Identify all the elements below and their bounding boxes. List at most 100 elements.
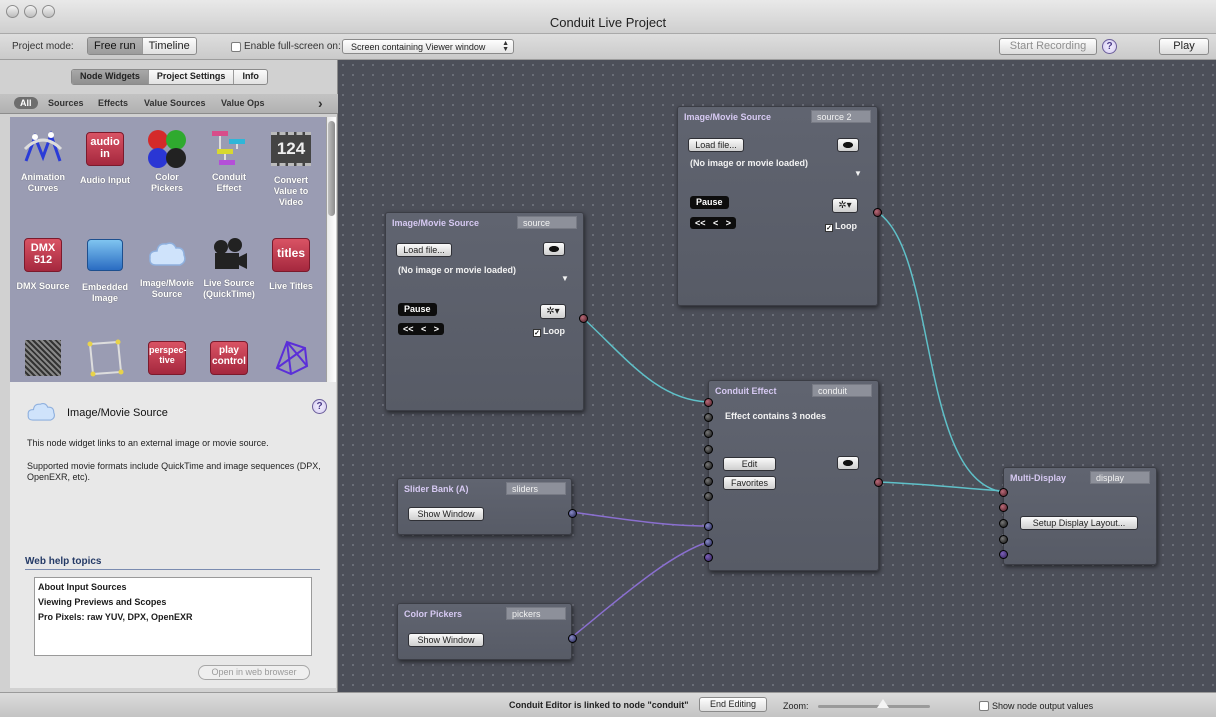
node-name-field[interactable]: source — [517, 216, 577, 229]
widget-dmx-source[interactable]: DMX 512 DMX Source — [12, 235, 74, 292]
input-port[interactable] — [704, 522, 713, 531]
node-image-movie-source[interactable]: Image/Movie Source source Load file... (… — [385, 212, 588, 411]
node-name-field[interactable]: pickers — [506, 607, 566, 620]
input-port[interactable] — [999, 535, 1008, 544]
output-port[interactable] — [579, 314, 588, 323]
eye-icon[interactable] — [543, 242, 565, 256]
input-port[interactable] — [704, 398, 713, 407]
dropdown-arrow-icon[interactable]: ▼ — [854, 169, 862, 178]
input-port[interactable] — [999, 488, 1008, 497]
node-name-field[interactable]: sliders — [506, 482, 566, 495]
input-port[interactable] — [704, 461, 713, 470]
node-conduit-effect[interactable]: Conduit Effect conduit Effect contains 3… — [704, 380, 883, 571]
output-port[interactable] — [873, 208, 882, 217]
web-topic[interactable]: About Input Sources — [38, 580, 308, 595]
input-port[interactable] — [999, 519, 1008, 528]
node-canvas[interactable]: Image/Movie Source source Load file... (… — [338, 60, 1216, 692]
load-file-button[interactable]: Load file... — [688, 138, 744, 152]
show-window-button[interactable]: Show Window — [408, 633, 484, 647]
info-help-icon[interactable]: ? — [312, 399, 327, 414]
load-file-button[interactable]: Load file... — [396, 243, 452, 257]
web-topic[interactable]: Viewing Previews and Scopes — [38, 595, 308, 610]
gear-icon[interactable]: ✲▾ — [540, 304, 566, 319]
widget-color-pickers[interactable]: Color Pickers — [136, 129, 198, 194]
output-port[interactable] — [568, 509, 577, 518]
node-name-field[interactable]: source 2 — [811, 110, 871, 123]
filter-value-sources[interactable]: Value Sources — [144, 98, 206, 108]
widget-audio-input[interactable]: audio in Audio Input — [74, 129, 136, 186]
eye-icon[interactable] — [837, 456, 859, 470]
output-port[interactable] — [568, 634, 577, 643]
play-button[interactable]: Play — [1159, 38, 1209, 55]
widget-embedded-image[interactable]: Embedded Image — [74, 235, 136, 304]
widget-live-titles[interactable]: titles Live Titles — [260, 235, 322, 292]
edit-button[interactable]: Edit — [723, 457, 776, 471]
widget-mesh[interactable] — [260, 338, 322, 378]
widget-perspective[interactable]: perspec-tive — [136, 338, 198, 381]
widget-animation-curves[interactable]: Animation Curves — [12, 129, 74, 194]
input-port[interactable] — [704, 492, 713, 501]
node-name-field[interactable]: conduit — [812, 384, 872, 397]
node-color-pickers[interactable]: Color Pickers pickers Show Window — [397, 603, 577, 660]
pause-button[interactable]: Pause — [690, 196, 729, 209]
loop-checkbox-icon[interactable]: ✓ — [533, 329, 541, 337]
widget-image-movie-source[interactable]: Image/Movie Source — [136, 235, 198, 300]
setup-display-layout-button[interactable]: Setup Display Layout... — [1020, 516, 1138, 530]
help-icon[interactable]: ? — [1102, 39, 1117, 54]
favorites-button[interactable]: Favorites — [723, 476, 776, 490]
more-filters-icon[interactable]: › — [318, 95, 323, 111]
filter-value-ops[interactable]: Value Ops — [221, 98, 265, 108]
screen-select[interactable]: Screen containing Viewer window ▲ ▼ — [342, 39, 514, 54]
timeline-button[interactable]: Timeline — [143, 38, 196, 54]
input-port[interactable] — [704, 553, 713, 562]
node-name-field[interactable]: display — [1090, 471, 1150, 484]
transport-controls[interactable]: << < > — [398, 323, 445, 335]
node-multi-display[interactable]: Multi-Display display Setup Display Layo… — [999, 467, 1157, 565]
tab-node-widgets[interactable]: Node Widgets — [72, 70, 149, 84]
show-window-button[interactable]: Show Window — [408, 507, 484, 521]
scrollbar-thumb[interactable] — [328, 121, 335, 216]
zoom-slider-knob[interactable] — [877, 699, 889, 708]
tab-info[interactable]: Info — [234, 70, 267, 84]
widget-play-control[interactable]: play control — [198, 338, 260, 381]
eye-icon[interactable] — [837, 138, 859, 152]
open-web-browser-button[interactable]: Open in web browser — [198, 665, 310, 680]
loop-checkbox-icon[interactable]: ✓ — [825, 224, 833, 232]
input-port[interactable] — [704, 477, 713, 486]
start-recording-button[interactable]: Start Recording — [999, 38, 1097, 55]
output-port[interactable] — [874, 478, 883, 487]
free-run-button[interactable]: Free run — [88, 38, 143, 54]
input-port[interactable] — [999, 550, 1008, 559]
status-bar: Conduit Editor is linked to node "condui… — [0, 692, 1216, 717]
filter-effects[interactable]: Effects — [98, 98, 128, 108]
loop-toggle[interactable]: ✓ Loop — [533, 326, 565, 337]
input-port[interactable] — [704, 445, 713, 454]
gear-icon[interactable]: ✲▾ — [832, 198, 858, 213]
end-editing-button[interactable]: End Editing — [699, 697, 767, 712]
widget-noise[interactable] — [12, 338, 74, 380]
widget-live-source[interactable]: Live Source (QuickTime) — [198, 235, 260, 300]
widget-convert-value[interactable]: 124 Convert Value to Video — [260, 129, 322, 208]
widget-grid: Animation Curves audio in Audio Input Co… — [10, 117, 326, 382]
node-image-movie-source-2[interactable]: Image/Movie Source source 2 Load file...… — [677, 106, 882, 306]
node-slider-bank[interactable]: Slider Bank (A) sliders Show Window — [397, 478, 577, 535]
web-topic[interactable]: Pro Pixels: raw YUV, DPX, OpenEXR — [38, 610, 308, 625]
input-port[interactable] — [999, 503, 1008, 512]
tab-project-settings[interactable]: Project Settings — [149, 70, 235, 84]
widget-grid-scrollbar[interactable] — [326, 117, 336, 382]
node-title: Conduit Effect — [715, 386, 777, 396]
filter-all[interactable]: All — [14, 97, 38, 109]
fullscreen-checkbox[interactable] — [231, 42, 241, 52]
widget-shape[interactable] — [74, 338, 136, 378]
filter-sources[interactable]: Sources — [48, 98, 84, 108]
input-port[interactable] — [704, 429, 713, 438]
show-output-values-checkbox[interactable] — [979, 701, 989, 711]
zoom-slider[interactable] — [818, 705, 930, 708]
loop-toggle[interactable]: ✓ Loop — [825, 221, 857, 232]
input-port[interactable] — [704, 538, 713, 547]
widget-conduit-effect[interactable]: Conduit Effect — [198, 129, 260, 194]
input-port[interactable] — [704, 413, 713, 422]
transport-controls[interactable]: << < > — [690, 217, 737, 229]
pause-button[interactable]: Pause — [398, 303, 437, 316]
dropdown-arrow-icon[interactable]: ▼ — [561, 274, 569, 283]
